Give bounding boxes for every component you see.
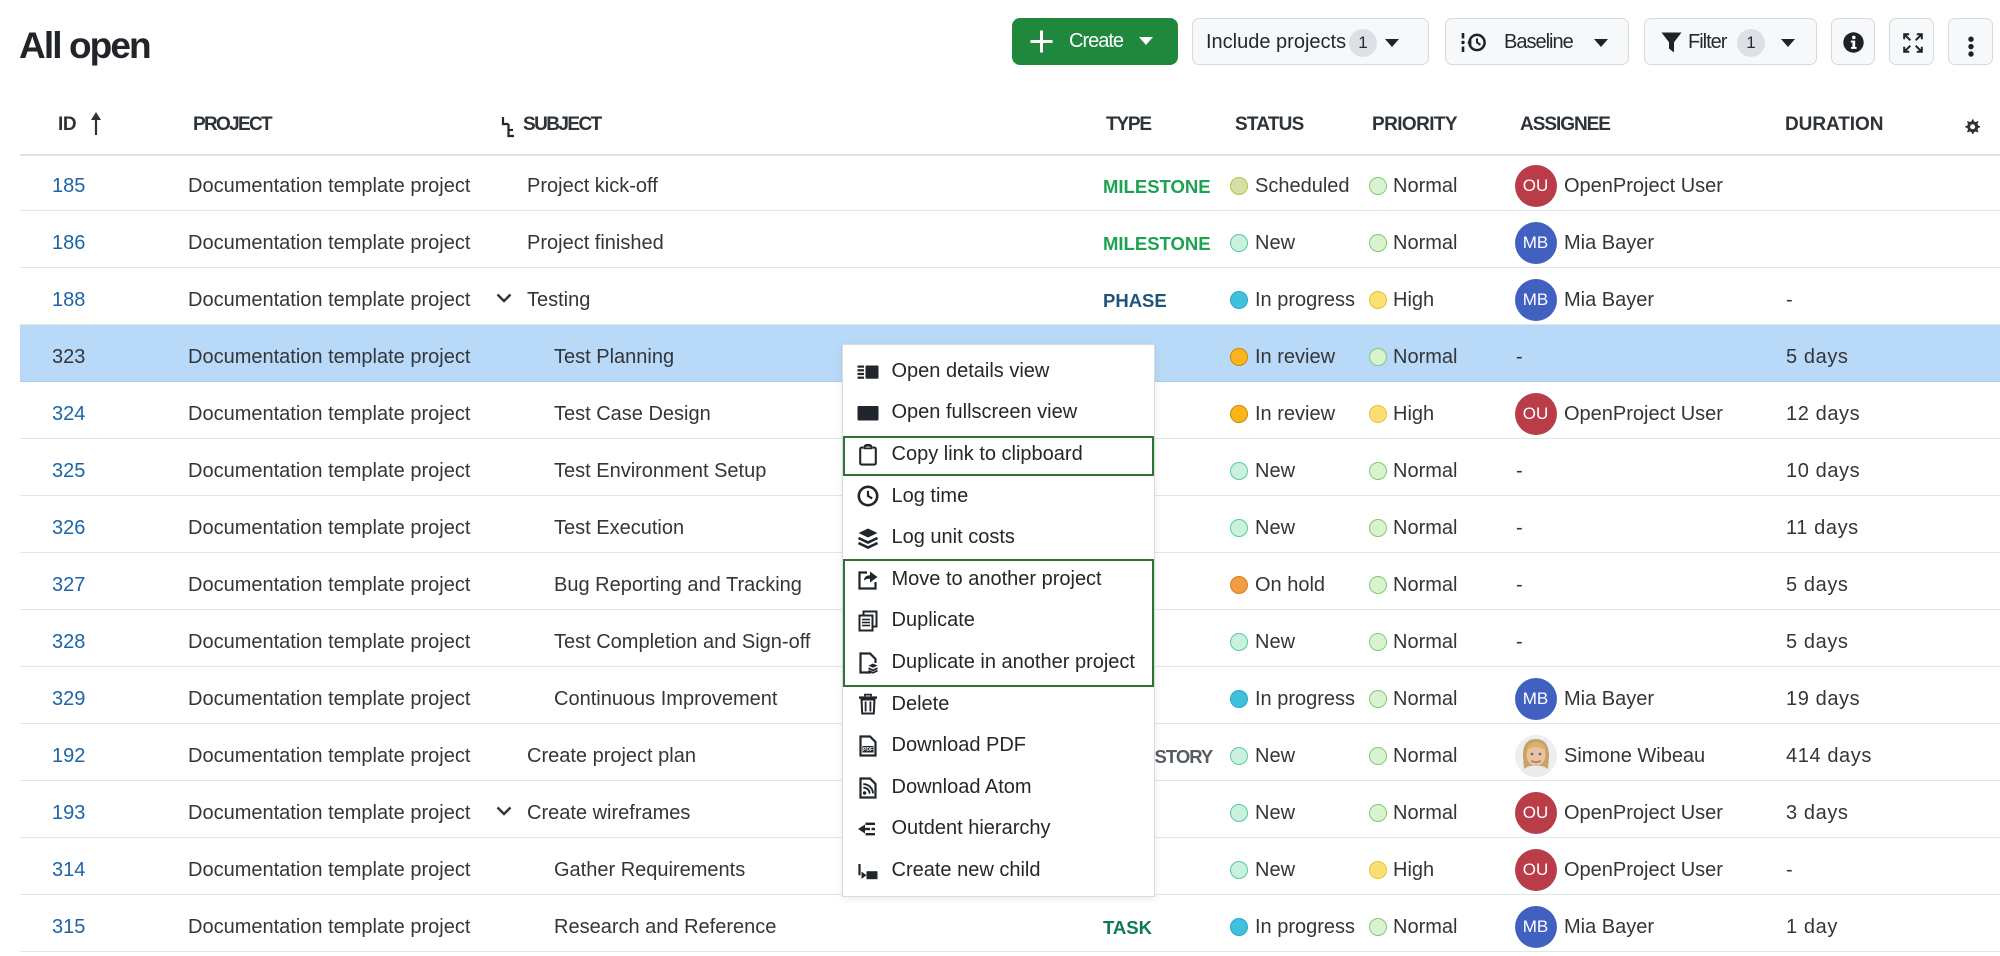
svg-text:PDF: PDF <box>863 747 873 753</box>
